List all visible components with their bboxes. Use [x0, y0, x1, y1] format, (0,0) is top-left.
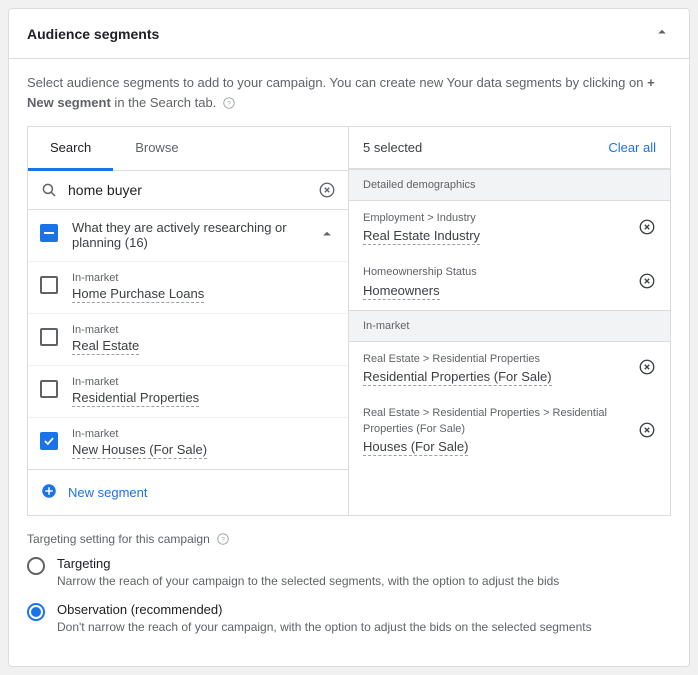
- checkbox[interactable]: [40, 380, 58, 398]
- remove-icon[interactable]: [638, 358, 656, 379]
- plus-circle-icon: [40, 482, 58, 503]
- section-inmarket: In-market: [349, 310, 670, 342]
- list-item[interactable]: In-market Home Purchase Loans: [28, 262, 348, 314]
- search-icon: [40, 181, 58, 199]
- checkbox-checked[interactable]: [40, 432, 58, 450]
- chevron-up-icon[interactable]: [653, 23, 671, 44]
- selected-item: Real Estate > Residential Properties Res…: [349, 342, 670, 396]
- audience-segments-card: Audience segments Select audience segmen…: [8, 8, 690, 667]
- checkbox-indeterminate[interactable]: [40, 224, 58, 242]
- selected-header: 5 selected Clear all: [349, 127, 670, 169]
- tabs: Search Browse: [28, 127, 348, 171]
- search-panel: Search Browse What they are actively res…: [28, 127, 349, 515]
- radio-observation[interactable]: [27, 603, 45, 621]
- chevron-up-icon[interactable]: [318, 225, 336, 246]
- segment-panels: Search Browse What they are actively res…: [27, 126, 671, 516]
- search-row: [28, 171, 348, 210]
- remove-icon[interactable]: [638, 421, 656, 442]
- list-item[interactable]: In-market Real Estate: [28, 314, 348, 366]
- remove-icon[interactable]: [638, 272, 656, 293]
- svg-text:?: ?: [221, 536, 225, 543]
- targeting-settings: Targeting setting for this campaign ? Ta…: [9, 516, 689, 666]
- selected-item: Homeownership Status Homeowners: [349, 255, 670, 309]
- list-item[interactable]: In-market Residential Properties: [28, 366, 348, 418]
- tab-browse[interactable]: Browse: [113, 127, 200, 170]
- targeting-label: Targeting setting for this campaign ?: [27, 532, 671, 546]
- category-label: What they are actively researching or pl…: [72, 220, 304, 251]
- section-demographics: Detailed demographics: [349, 169, 670, 201]
- section-header[interactable]: Audience segments: [9, 9, 689, 59]
- category-row[interactable]: What they are actively researching or pl…: [28, 210, 348, 262]
- results-list: What they are actively researching or pl…: [28, 210, 348, 469]
- list-item[interactable]: In-market New Houses (For Sale): [28, 418, 348, 469]
- svg-text:?: ?: [227, 100, 231, 107]
- clear-all-button[interactable]: Clear all: [608, 140, 656, 155]
- radio-targeting[interactable]: [27, 557, 45, 575]
- clear-input-icon[interactable]: [318, 181, 336, 199]
- checkbox[interactable]: [40, 328, 58, 346]
- help-icon[interactable]: ?: [222, 96, 236, 110]
- search-input[interactable]: [68, 182, 308, 198]
- radio-row-targeting[interactable]: Targeting Narrow the reach of your campa…: [27, 556, 671, 588]
- selected-item: Employment > Industry Real Estate Indust…: [349, 201, 670, 255]
- selected-count: 5 selected: [363, 140, 422, 155]
- section-description: Select audience segments to add to your …: [9, 59, 689, 126]
- radio-row-observation[interactable]: Observation (recommended) Don't narrow t…: [27, 602, 671, 634]
- tab-search[interactable]: Search: [28, 127, 113, 171]
- help-icon[interactable]: ?: [216, 532, 230, 546]
- new-segment-button[interactable]: New segment: [28, 469, 348, 515]
- remove-icon[interactable]: [638, 218, 656, 239]
- selected-item: Real Estate > Residential Properties > R…: [349, 396, 670, 466]
- checkbox[interactable]: [40, 276, 58, 294]
- selected-panel: 5 selected Clear all Detailed demographi…: [349, 127, 670, 515]
- section-title: Audience segments: [27, 26, 159, 42]
